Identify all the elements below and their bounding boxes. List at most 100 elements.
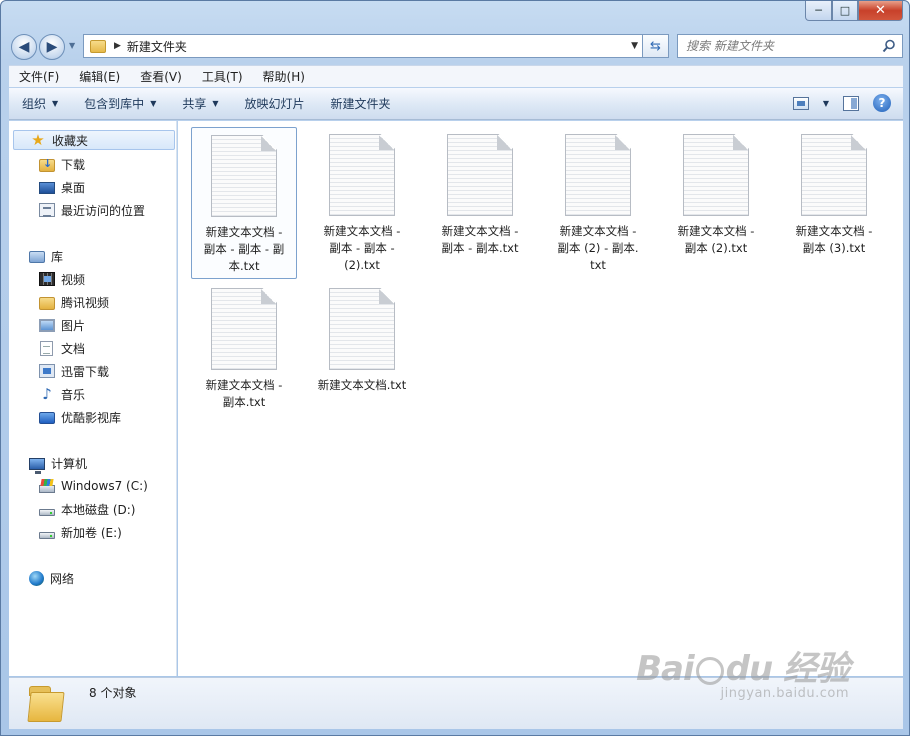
- watermark-cn: 经验: [783, 649, 850, 689]
- nav-videos[interactable]: 视频: [39, 269, 85, 289]
- include-in-library-button[interactable]: 包含到库中 ▼: [71, 95, 169, 112]
- nav-network-label: 网络: [50, 571, 75, 586]
- nav-music[interactable]: ♪ 音乐: [39, 384, 85, 404]
- music-library-icon: ♪: [42, 385, 52, 403]
- close-button[interactable]: ✕: [858, 1, 903, 21]
- nav-videos-label: 视频: [61, 272, 86, 287]
- breadcrumb-arrow-icon[interactable]: ▶: [114, 41, 121, 51]
- nav-computer[interactable]: 计算机: [29, 453, 88, 474]
- pictures-library-icon: [39, 319, 55, 332]
- preview-pane-icon[interactable]: [843, 95, 859, 111]
- nav-computer-label: 计算机: [51, 456, 88, 471]
- search-box[interactable]: [677, 34, 903, 58]
- menu-help[interactable]: 帮助(H): [253, 68, 315, 85]
- text-document-icon: [801, 134, 867, 216]
- file-item[interactable]: 新建文本文档 - 副本 - 副本 - (2).txt: [309, 127, 415, 279]
- nav-recent-places[interactable]: 最近访问的位置: [39, 200, 145, 220]
- menu-file[interactable]: 文件(F): [9, 68, 69, 85]
- file-item[interactable]: 新建文本文档 - 副本 (2) - 副本. txt: [545, 127, 651, 279]
- back-button[interactable]: ◀: [11, 34, 37, 60]
- baidu-jingyan-watermark: Bai du 经验 jingyan.baidu.com: [636, 641, 850, 701]
- file-name: 新建文本文档.txt: [317, 378, 407, 392]
- refresh-icon: ⇆: [650, 38, 661, 54]
- file-name: 新建文本文档 - 副本 (2).txt: [677, 224, 755, 255]
- nav-drive-d-label: 本地磁盘 (D:): [61, 502, 136, 517]
- nav-documents-label: 文档: [61, 341, 86, 356]
- organize-button[interactable]: 组织 ▼: [9, 95, 71, 112]
- menu-edit[interactable]: 编辑(E): [69, 68, 130, 85]
- refresh-button[interactable]: ⇆: [643, 34, 669, 58]
- nav-libraries[interactable]: 库: [29, 246, 63, 266]
- nav-drive-c[interactable]: Windows7 (C:): [39, 476, 148, 496]
- nav-pictures[interactable]: 图片: [39, 315, 85, 335]
- maximize-button[interactable]: □: [832, 1, 858, 21]
- nav-desktop[interactable]: 桌面: [39, 177, 85, 197]
- nav-thunder-download[interactable]: 迅雷下载: [39, 361, 109, 381]
- search-icon[interactable]: [882, 39, 896, 53]
- help-icon[interactable]: ?: [873, 94, 891, 112]
- nav-favorites[interactable]: ★ 收藏夹: [13, 130, 175, 150]
- local-disk-icon: [39, 531, 55, 539]
- nav-downloads[interactable]: 下载: [39, 154, 85, 174]
- file-item[interactable]: 新建文本文档.txt: [309, 281, 415, 433]
- nav-tencent-video[interactable]: 腾讯视频: [39, 292, 109, 312]
- computer-icon: [29, 457, 45, 474]
- file-item[interactable]: 新建文本文档 - 副本.txt: [191, 281, 297, 433]
- item-count: 8 个对象: [89, 686, 137, 700]
- local-disk-icon: [39, 508, 55, 516]
- file-item[interactable]: 新建文本文档 - 副本 - 副本.txt: [427, 127, 533, 279]
- nav-drive-e[interactable]: 新加卷 (E:): [39, 522, 122, 542]
- youku-library-icon: [39, 412, 55, 424]
- documents-library-icon: [40, 340, 53, 356]
- menu-tools[interactable]: 工具(T): [192, 68, 253, 85]
- file-item[interactable]: 新建文本文档 - 副本 - 副本 - 副 本.txt: [191, 127, 297, 279]
- slideshow-label: 放映幻灯片: [244, 97, 305, 111]
- star-icon: ★: [31, 131, 45, 149]
- nav-documents[interactable]: 文档: [39, 338, 85, 358]
- share-label: 共享: [182, 97, 207, 111]
- minimize-button[interactable]: ─: [805, 1, 832, 21]
- chevron-down-icon: ▼: [212, 99, 219, 108]
- nav-network[interactable]: 网络: [29, 568, 74, 588]
- nav-drive-e-label: 新加卷 (E:): [61, 525, 122, 540]
- organize-label: 组织: [22, 97, 47, 111]
- view-options-dropdown-icon[interactable]: ▼: [823, 99, 829, 108]
- file-name: 新建文本文档 - 副本 (3).txt: [795, 224, 873, 255]
- command-bar: 组织 ▼ 包含到库中 ▼ 共享 ▼ 放映幻灯片 新建文件夹 ▼ ?: [9, 88, 903, 120]
- back-arrow-icon: ◀: [18, 39, 30, 55]
- watermark-brand: Bai: [636, 649, 695, 689]
- breadcrumb-current[interactable]: 新建文件夹: [127, 38, 187, 55]
- file-name: 新建文本文档 - 副本 - 副本 - 副 本.txt: [203, 225, 285, 273]
- library-icon: [29, 251, 45, 263]
- search-input[interactable]: [686, 39, 876, 53]
- share-button[interactable]: 共享 ▼: [169, 95, 231, 112]
- file-item[interactable]: 新建文本文档 - 副本 (2).txt: [663, 127, 769, 279]
- nav-favorites-label: 收藏夹: [52, 133, 89, 148]
- text-document-icon: [683, 134, 749, 216]
- folder-icon: [90, 39, 106, 53]
- slideshow-button[interactable]: 放映幻灯片: [232, 95, 318, 112]
- menu-view[interactable]: 查看(V): [130, 68, 192, 85]
- nav-drive-d[interactable]: 本地磁盘 (D:): [39, 499, 135, 519]
- nav-pictures-label: 图片: [61, 318, 86, 333]
- menu-bar: 文件(F) 编辑(E) 查看(V) 工具(T) 帮助(H): [9, 65, 903, 87]
- recent-pages-dropdown[interactable]: ▼: [69, 41, 75, 50]
- new-folder-button[interactable]: 新建文件夹: [318, 95, 404, 112]
- change-view-icon[interactable]: [792, 96, 809, 110]
- caption-buttons: ─ □ ✕: [805, 1, 903, 21]
- nav-tencent-video-label: 腾讯视频: [61, 295, 110, 310]
- address-bar[interactable]: ▶ 新建文件夹 ▼: [83, 34, 643, 58]
- new-folder-label: 新建文件夹: [330, 97, 391, 111]
- file-name: 新建文本文档 - 副本 (2) - 副本. txt: [557, 224, 639, 272]
- text-document-icon: [565, 134, 631, 216]
- forward-button[interactable]: ▶: [39, 34, 65, 60]
- file-name: 新建文本文档 - 副本 - 副本 - (2).txt: [323, 224, 401, 272]
- address-history-dropdown[interactable]: ▼: [631, 41, 638, 51]
- system-drive-icon: [39, 485, 55, 493]
- file-name: 新建文本文档 - 副本 - 副本.txt: [441, 224, 519, 255]
- nav-music-label: 音乐: [61, 387, 86, 402]
- nav-youku-library[interactable]: 优酷影视库: [39, 407, 121, 427]
- file-item[interactable]: 新建文本文档 - 副本 (3).txt: [781, 127, 887, 279]
- nav-desktop-label: 桌面: [61, 180, 86, 195]
- explorer-window: ─ □ ✕ ◀ ▶ ▼ ▶ 新建文件夹 ▼ ⇆ 文件(F) 编辑(: [0, 0, 910, 736]
